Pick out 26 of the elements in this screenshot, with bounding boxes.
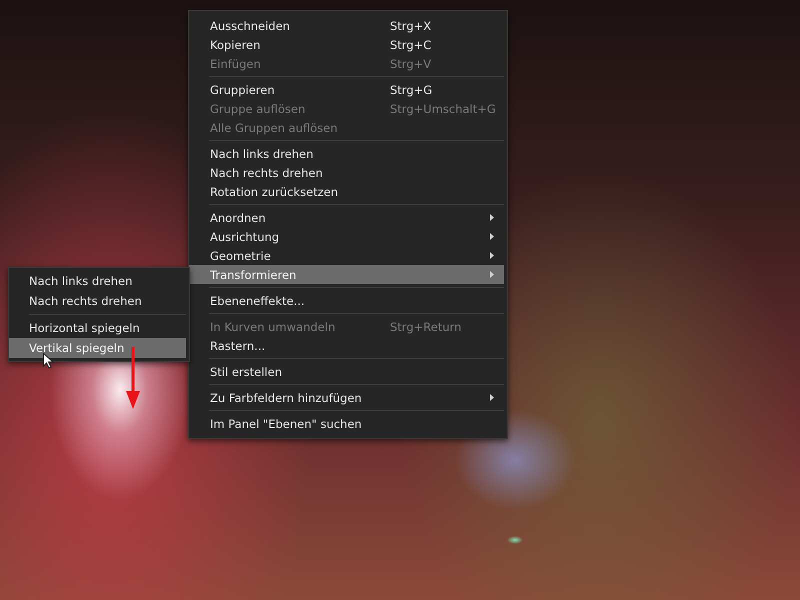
- menu-item[interactable]: Transformieren: [189, 265, 504, 284]
- menu-item[interactable]: Ausrichtung: [189, 227, 504, 246]
- menu-item[interactable]: Rotation zurücksetzen: [189, 182, 504, 201]
- shortcut-label: Strg+V: [390, 56, 432, 70]
- down-arrow-icon: [126, 347, 140, 409]
- menu-item[interactable]: Stil erstellen: [189, 362, 504, 381]
- menu-item[interactable]: Nach rechts drehen: [9, 291, 186, 311]
- shortcut-label: Strg+G: [390, 82, 434, 96]
- menu-item[interactable]: Ebeneneffekte...: [189, 291, 504, 310]
- menu-item[interactable]: Nach links drehen: [189, 144, 504, 163]
- menu-item[interactable]: Zu Farbfeldern hinzufügen: [189, 388, 504, 407]
- menu-item[interactable]: Anordnen: [189, 208, 504, 227]
- shortcut-label: Strg+Umschalt+G: [390, 102, 496, 116]
- shortcut-label: Strg+X: [390, 18, 432, 32]
- menu-item[interactable]: Rastern...: [189, 336, 504, 355]
- menu-item[interactable]: Kopieren Strg+C: [189, 35, 504, 54]
- shortcut-label: Strg+Return: [390, 320, 462, 334]
- shortcut-label: Strg+C: [390, 38, 432, 52]
- menu-item[interactable]: Vertikal spiegeln: [9, 338, 186, 358]
- menu-item[interactable]: Gruppieren Strg+G: [189, 80, 504, 99]
- menu-item[interactable]: Horizontal spiegeln: [9, 318, 186, 338]
- menu-item[interactable]: Geometrie: [189, 246, 504, 265]
- menu-item[interactable]: Nach rechts drehen: [189, 163, 504, 182]
- menu-item[interactable]: Nach links drehen: [9, 271, 186, 291]
- menu-item[interactable]: Im Panel "Ebenen" suchen: [189, 414, 504, 433]
- menu-item[interactable]: Ausschneiden Strg+X: [189, 16, 504, 35]
